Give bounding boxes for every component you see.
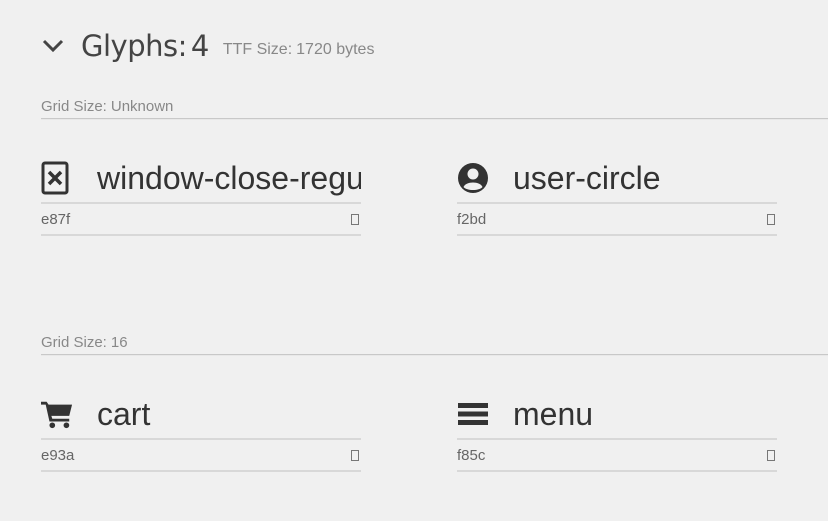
glyph-header: window-close-regular [41,154,361,204]
grid-size-value: Unknown [110,98,174,115]
grid-section-unknown: Grid Size: Unknown [41,97,828,120]
glyph-card[interactable]: cart e93a [41,390,361,472]
glyph-footer: e93a [41,440,361,472]
title-label: Glyphs: [81,29,187,63]
glyph-footer: e87f [41,204,361,236]
glyph-footer: f2bd [457,204,777,236]
glyph-name: window-close-regular [97,159,361,196]
copy-icon[interactable] [767,449,775,461]
ttf-size: TTF Size: 1720 bytes [223,41,375,59]
copy-icon[interactable] [767,213,775,225]
chevron-down-icon[interactable] [41,34,65,58]
glyph-name: user-circle [513,159,661,196]
glyph-name: menu [513,395,594,432]
menu-icon [457,397,489,431]
glyph-card[interactable]: user-circle f2bd [457,154,777,236]
ttf-size-label: TTF Size: [222,41,293,58]
glyphs-panel: Glyphs: 4 TTF Size: 1720 bytes Grid Size: U… [0,0,828,521]
grid-size-label: Grid Size: 16 [41,333,828,353]
section-divider [41,354,828,356]
grid-section-16: Grid Size: 16 [41,333,828,356]
glyph-card[interactable]: window-close-regular e87f [41,154,361,236]
glyph-code: f2bd [457,210,487,228]
grid-size-value: 16 [110,334,128,351]
glyph-code: e93a [41,446,75,464]
cart-icon [41,397,73,431]
glyph-card[interactable]: menu f85c [457,390,777,472]
glyphs-header: Glyphs: 4 TTF Size: 1720 bytes [41,26,374,66]
grid-size-label: Grid Size: Unknown [41,97,828,117]
copy-icon[interactable] [351,213,359,225]
page-title: Glyphs: 4 [81,29,209,63]
glyph-name: cart [97,395,151,432]
user-circle-icon [457,161,489,195]
glyph-count: 4 [190,29,209,63]
grid-size-text: Grid Size: [41,98,107,115]
window-close-icon [41,161,73,195]
copy-icon[interactable] [351,449,359,461]
grid-size-text: Grid Size: [41,334,107,351]
glyph-code: f85c [457,446,486,464]
glyph-header: menu [457,390,777,440]
ttf-size-value: 1720 bytes [296,41,375,58]
glyph-code: e87f [41,210,71,228]
glyph-footer: f85c [457,440,777,472]
section-divider [41,118,828,120]
glyph-header: cart [41,390,361,440]
glyph-header: user-circle [457,154,777,204]
